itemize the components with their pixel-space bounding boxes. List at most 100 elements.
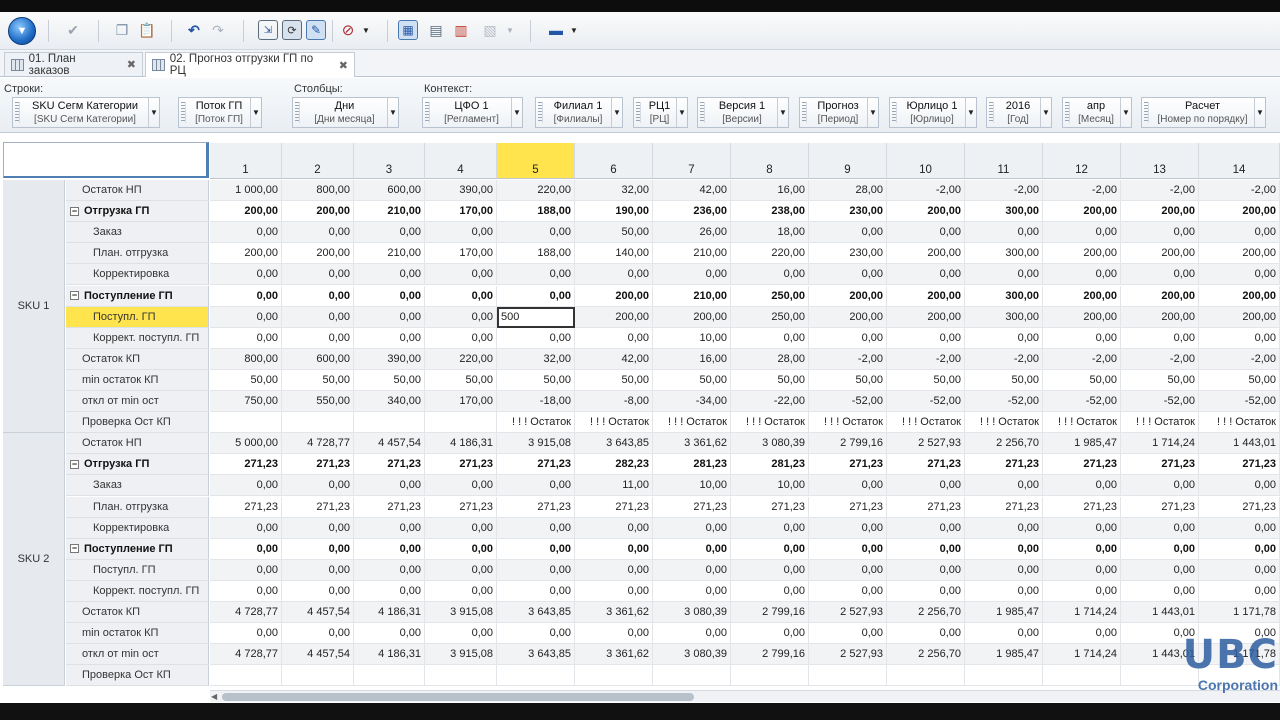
- grid-cell[interactable]: 1 714,24: [1043, 644, 1121, 666]
- grid-cell[interactable]: 0,00: [965, 517, 1043, 539]
- grid-cell[interactable]: 3 643,85: [497, 644, 575, 666]
- filter-context-0[interactable]: ЦФО 1 [Регламент] ▼: [422, 97, 523, 128]
- grid-cell[interactable]: 2 527,93: [809, 644, 887, 666]
- grid-cell[interactable]: 0,00: [1121, 327, 1199, 349]
- copy-icon[interactable]: ❐: [112, 20, 132, 40]
- grid-cell[interactable]: 281,23: [731, 454, 809, 476]
- row-header[interactable]: откл от min ост: [66, 391, 209, 412]
- grid-cell[interactable]: 50,00: [354, 369, 425, 391]
- dropdown-arrow-icon[interactable]: ▼: [965, 98, 976, 127]
- app-menu-orb-icon[interactable]: ▼: [8, 17, 36, 45]
- redo-icon[interactable]: ↷: [208, 20, 228, 40]
- grid-cell[interactable]: 0,00: [965, 580, 1043, 602]
- column-header-day[interactable]: 13: [1121, 143, 1199, 179]
- grid-cell[interactable]: 3 915,08: [425, 644, 497, 666]
- dropdown-arrow-icon[interactable]: ▼: [867, 98, 878, 127]
- grid-cell[interactable]: -52,00: [965, 391, 1043, 412]
- grid-cell[interactable]: -2,00: [1199, 180, 1280, 201]
- grid-cell[interactable]: 0,00: [653, 264, 731, 286]
- grid-cell[interactable]: -8,00: [575, 391, 653, 412]
- grid-cell[interactable]: 28,00: [809, 180, 887, 201]
- grid-cell[interactable]: 300,00: [965, 201, 1043, 223]
- grid-cell[interactable]: [425, 412, 497, 434]
- grid-cell[interactable]: 200,00: [1043, 306, 1121, 328]
- grid-cell[interactable]: 0,00: [575, 538, 653, 560]
- grid-cell[interactable]: 0,00: [887, 580, 965, 602]
- row-header[interactable]: − Отгрузка ГП: [66, 201, 209, 223]
- grid-cell[interactable]: 0,00: [1043, 623, 1121, 645]
- grid-cell[interactable]: 0,00: [809, 580, 887, 602]
- column-header-day[interactable]: 4: [425, 143, 497, 179]
- grid-cell[interactable]: 188,00: [497, 243, 575, 265]
- column-header-day[interactable]: 14: [1199, 143, 1280, 179]
- grid-cell[interactable]: 0,00: [425, 222, 497, 244]
- grid-cell[interactable]: 282,23: [575, 454, 653, 476]
- drag-handle-icon[interactable]: [15, 102, 20, 123]
- grid-cell[interactable]: 800,00: [210, 348, 282, 370]
- column-header-day[interactable]: 7: [653, 143, 731, 179]
- grid-cell[interactable]: 0,00: [354, 306, 425, 328]
- grid-cell[interactable]: 3 915,08: [497, 433, 575, 455]
- grid-cell[interactable]: 0,00: [887, 327, 965, 349]
- grid-cell[interactable]: 0,00: [354, 559, 425, 581]
- grid-cell[interactable]: 0,00: [809, 327, 887, 349]
- block-icon[interactable]: ⊘: [338, 20, 358, 40]
- scroll-left-icon[interactable]: ◀: [211, 692, 217, 701]
- row-header[interactable]: Коррект. поступл. ГП: [66, 580, 209, 602]
- grid-cell[interactable]: 0,00: [887, 222, 965, 244]
- row-header[interactable]: Заказ: [66, 222, 209, 244]
- grid-cell[interactable]: 200,00: [1043, 243, 1121, 265]
- grid-cell[interactable]: 42,00: [653, 180, 731, 201]
- grid-cell[interactable]: 200,00: [1043, 285, 1121, 307]
- grid-cell[interactable]: 11,00: [575, 475, 653, 497]
- grid-cell[interactable]: 4 186,31: [354, 602, 425, 623]
- column-header-day[interactable]: 5: [497, 143, 575, 179]
- grid-cell[interactable]: 2 799,16: [809, 433, 887, 455]
- grid-cell[interactable]: 10,00: [653, 475, 731, 497]
- window-icon[interactable]: ⇲: [258, 20, 278, 40]
- collapse-icon[interactable]: −: [70, 291, 79, 300]
- grid-cell[interactable]: [575, 665, 653, 687]
- grid-cell[interactable]: 0,00: [497, 580, 575, 602]
- grid-cell[interactable]: 50,00: [809, 369, 887, 391]
- grid-cell[interactable]: 170,00: [425, 391, 497, 412]
- grid-cell[interactable]: 210,00: [354, 243, 425, 265]
- row-header[interactable]: Остаток КП: [66, 602, 209, 623]
- dropdown-arrow-icon[interactable]: ▼: [1120, 98, 1131, 127]
- grid-cell[interactable]: [354, 665, 425, 687]
- grid-cell[interactable]: 3 643,85: [575, 433, 653, 455]
- grid-cell[interactable]: 0,00: [965, 475, 1043, 497]
- row-header[interactable]: Проверка Ост КП: [66, 412, 209, 434]
- row-header[interactable]: Заказ: [66, 475, 209, 497]
- grid-cell[interactable]: 0,00: [497, 285, 575, 307]
- drag-handle-icon[interactable]: [538, 102, 543, 123]
- column-header-day[interactable]: 12: [1043, 143, 1121, 179]
- grid-cell[interactable]: 0,00: [1199, 517, 1280, 539]
- grid-cell[interactable]: 50,00: [497, 369, 575, 391]
- drag-handle-icon[interactable]: [181, 102, 186, 123]
- grid-cell[interactable]: 0,00: [282, 559, 354, 581]
- row-header[interactable]: Коррект. поступл. ГП: [66, 327, 209, 349]
- grid-cell[interactable]: 271,23: [497, 454, 575, 476]
- grid-cell[interactable]: 0,00: [497, 222, 575, 244]
- grid-cell[interactable]: 0,00: [1043, 222, 1121, 244]
- grid-cell[interactable]: 0,00: [425, 264, 497, 286]
- grid-cell[interactable]: 0,00: [210, 285, 282, 307]
- grid-cell[interactable]: 271,23: [731, 496, 809, 518]
- chart-edit-icon[interactable]: ✎: [306, 20, 326, 40]
- grid-cell[interactable]: 0,00: [210, 538, 282, 560]
- grid-cell[interactable]: 0,00: [497, 623, 575, 645]
- grid-cell[interactable]: 50,00: [575, 222, 653, 244]
- grid-cell[interactable]: 271,23: [575, 496, 653, 518]
- grid-cell[interactable]: 0,00: [425, 327, 497, 349]
- grid-cell[interactable]: 340,00: [354, 391, 425, 412]
- grid-cell[interactable]: 0,00: [731, 580, 809, 602]
- grid-cell[interactable]: -22,00: [731, 391, 809, 412]
- grid-cell[interactable]: 0,00: [425, 580, 497, 602]
- grid-cell[interactable]: 0,00: [653, 538, 731, 560]
- grid-cell[interactable]: 0,00: [282, 264, 354, 286]
- grid-cell[interactable]: -2,00: [809, 348, 887, 370]
- dropdown-arrow-icon[interactable]: ▼: [250, 98, 261, 127]
- grid-cell[interactable]: 0,00: [282, 517, 354, 539]
- drag-handle-icon[interactable]: [700, 102, 705, 123]
